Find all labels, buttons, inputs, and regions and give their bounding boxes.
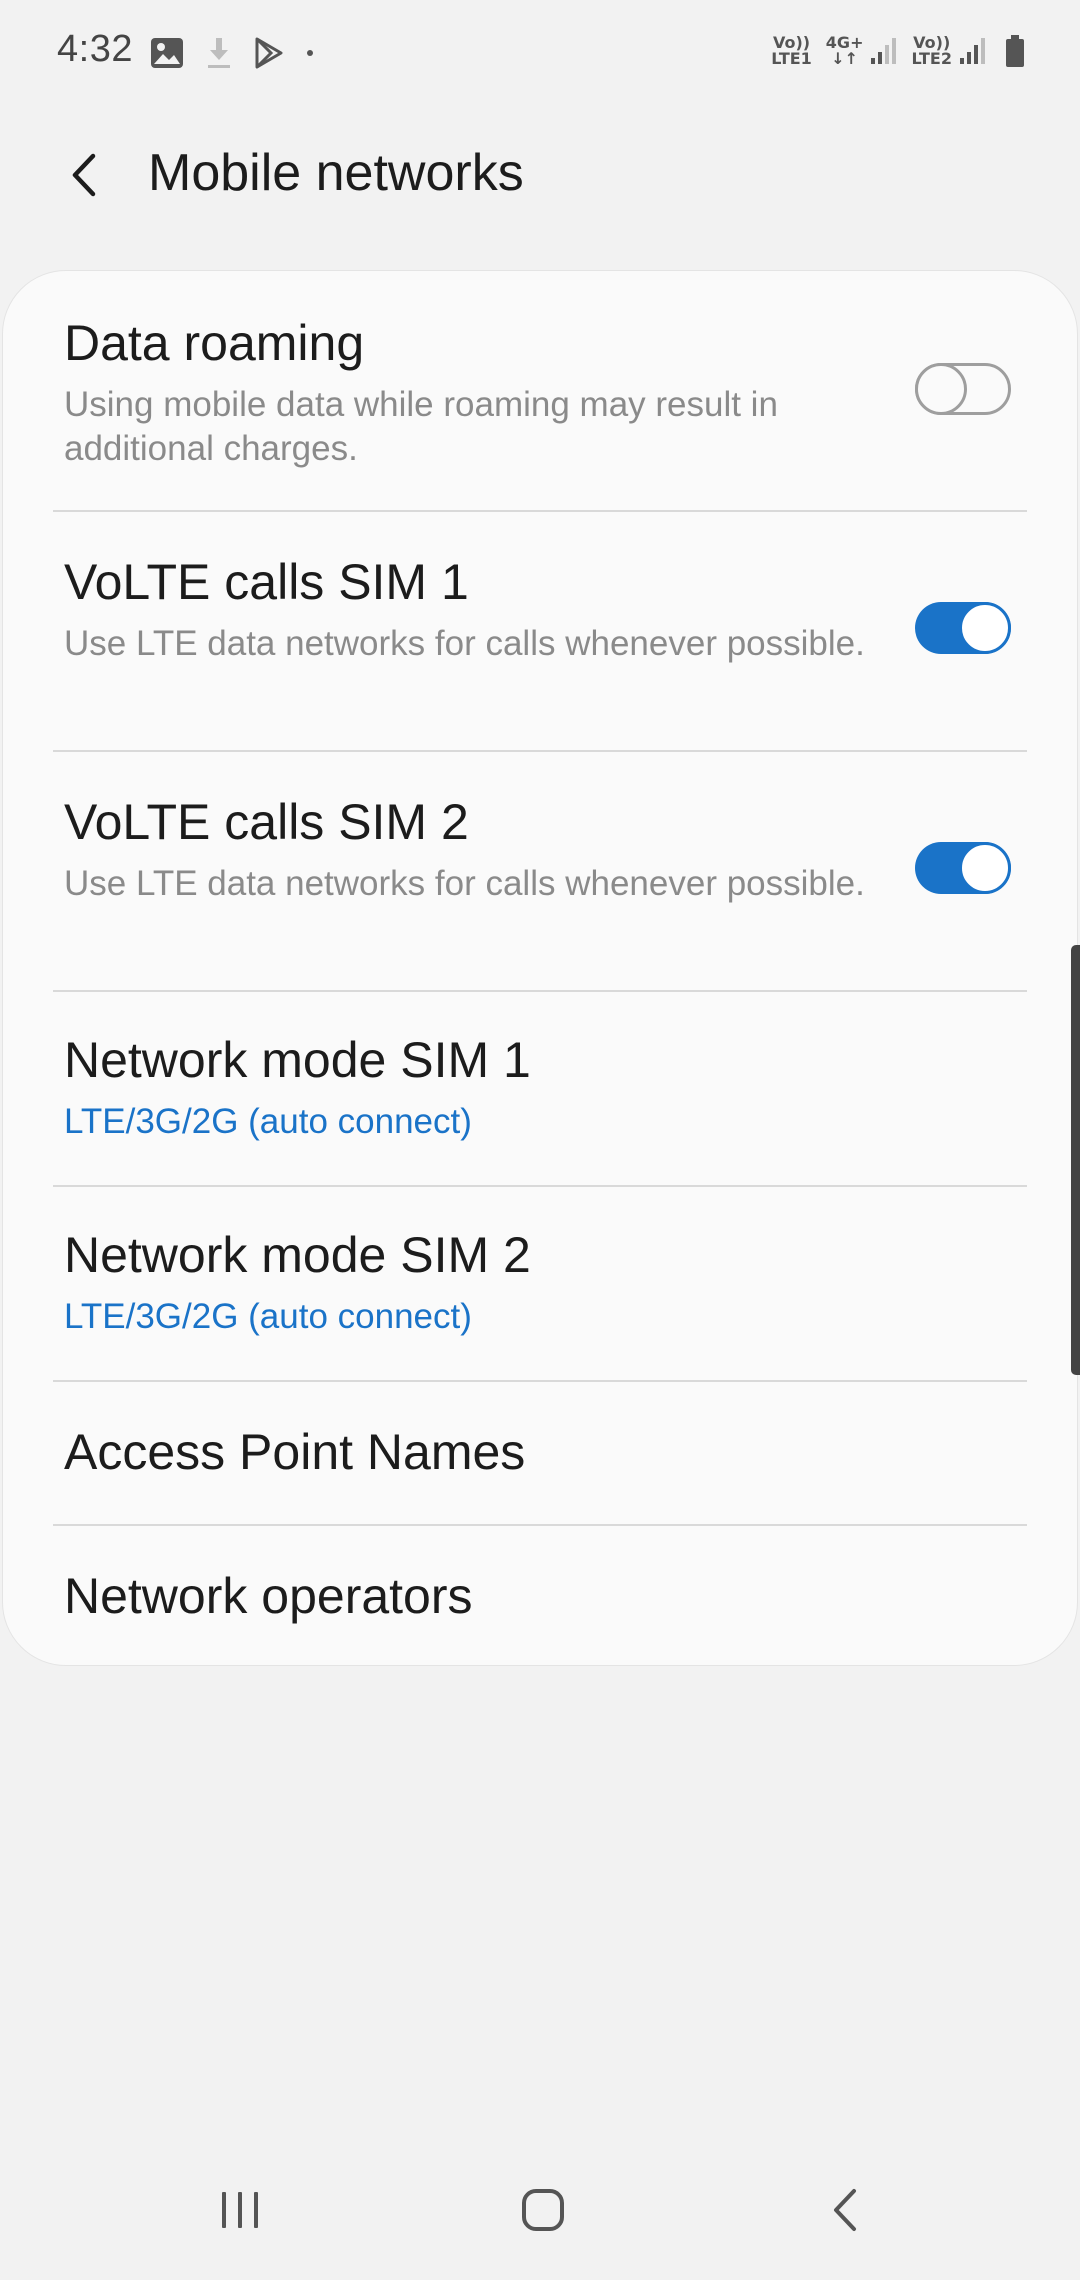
battery-icon [1006,35,1024,67]
volte-sim2-toggle[interactable] [915,842,1011,894]
sim1-volte-indicator: Vo)) LTE1 [771,33,812,68]
setting-network-mode-sim2[interactable]: Network mode SIM 2 LTE/3G/2G (auto conne… [3,1187,1079,1381]
dot-icon [307,50,313,56]
data-type-indicator: 4G+ ↓↑ [825,33,864,68]
setting-description: Use LTE data networks for calls whenever… [64,624,865,663]
setting-network-operators[interactable]: Network operators [3,1526,1079,1666]
setting-network-mode-sim1[interactable]: Network mode SIM 1 LTE/3G/2G (auto conne… [3,992,1079,1186]
signal-sim2-icon [960,38,985,64]
setting-title: Network mode SIM 2 [64,1227,531,1283]
data-roaming-toggle[interactable] [915,363,1011,415]
download-icon [208,38,230,68]
setting-title: VoLTE calls SIM 1 [64,554,469,610]
chevron-left-icon [72,153,96,197]
setting-volte-sim2[interactable]: VoLTE calls SIM 2 Use LTE data networks … [3,752,1079,991]
setting-access-point-names[interactable]: Access Point Names [3,1382,1079,1524]
setting-title: VoLTE calls SIM 2 [64,794,469,850]
signal-sim1-icon [871,38,897,64]
setting-description: Using mobile data while roaming may resu… [64,385,778,468]
app-header: Mobile networks [0,110,1080,260]
sim2-volte-indicator: Vo)) LTE2 [911,33,952,68]
setting-description: Use LTE data networks for calls whenever… [64,864,865,903]
setting-title: Access Point Names [64,1424,526,1480]
page-title: Mobile networks [148,144,524,202]
recents-icon [222,2192,258,2228]
setting-volte-sim1[interactable]: VoLTE calls SIM 1 Use LTE data networks … [3,512,1079,751]
status-bar: 4:32 Vo)) LTE1 4G+ ↓↑ Vo)) LTE2 [0,0,1080,110]
setting-title: Network mode SIM 1 [64,1032,531,1088]
back-button[interactable] [54,135,114,215]
setting-title: Network operators [64,1568,473,1624]
gallery-icon [151,38,183,68]
notification-icons [150,36,316,70]
setting-title: Data roaming [64,315,365,371]
setting-value: LTE/3G/2G (auto connect) [64,1102,472,1141]
play-store-icon [255,37,283,69]
nav-back-button[interactable] [790,2170,900,2250]
scrollbar[interactable] [1071,945,1080,1375]
toggle-knob [959,602,1011,654]
recents-button[interactable] [185,2170,295,2250]
home-button[interactable] [488,2170,598,2250]
toggle-knob [915,363,967,415]
setting-data-roaming[interactable]: Data roaming Using mobile data while roa… [3,271,1079,511]
navigation-bar [0,2130,1080,2280]
back-icon [834,2189,856,2231]
home-icon [522,2189,564,2231]
status-time: 4:32 [57,28,133,70]
toggle-knob [959,842,1011,894]
volte-sim1-toggle[interactable] [915,602,1011,654]
settings-card: Data roaming Using mobile data while roa… [2,270,1078,1666]
system-status-icons: Vo)) LTE1 4G+ ↓↑ Vo)) LTE2 [771,34,1026,68]
setting-value: LTE/3G/2G (auto connect) [64,1297,472,1336]
